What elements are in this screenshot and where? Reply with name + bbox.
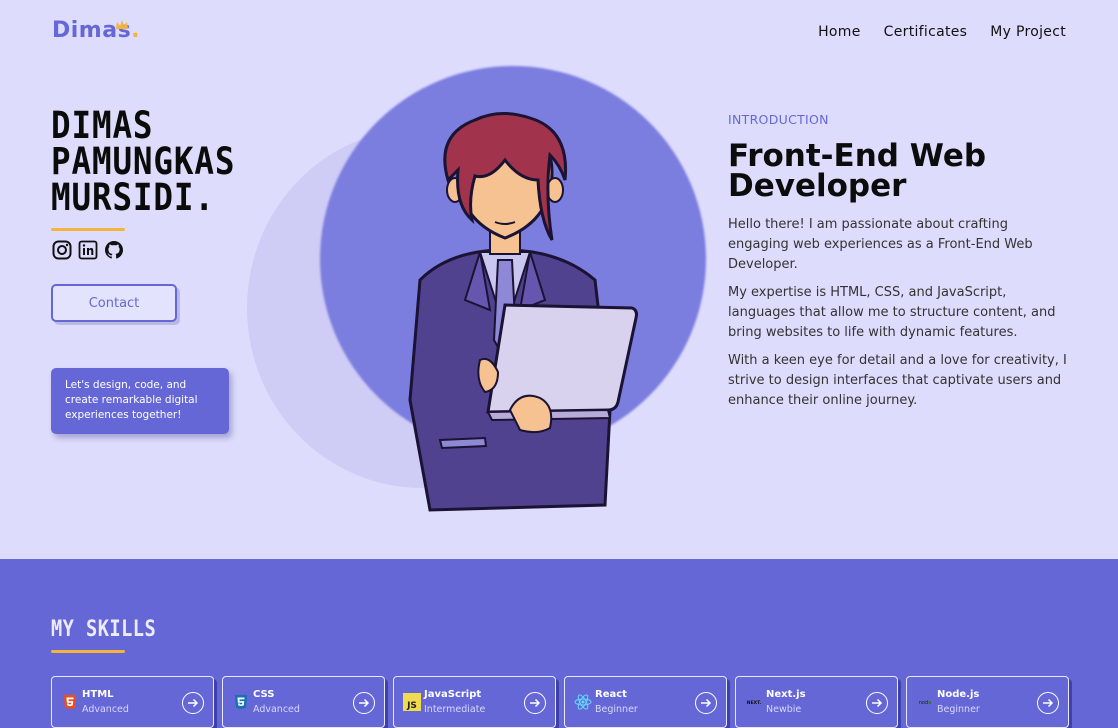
arrow-right-icon[interactable]: [695, 692, 717, 714]
intro-headline: Front-End Web Developer: [728, 138, 987, 204]
skill-card-javascript[interactable]: JS JavaScript Intermediate: [393, 676, 556, 728]
nav-link-home[interactable]: Home: [818, 24, 861, 40]
skill-name: Node.js: [937, 689, 980, 700]
skill-name: CSS: [253, 689, 275, 700]
linkedin-icon[interactable]: [78, 240, 98, 260]
skill-level: Newbie: [766, 704, 802, 715]
skill-name: HTML: [82, 689, 114, 700]
skill-level: Advanced: [82, 704, 129, 715]
skill-card-css[interactable]: CSS Advanced: [222, 676, 385, 728]
react-icon: [574, 693, 592, 711]
crown-icon: [116, 20, 128, 29]
logo-dot: .: [131, 18, 141, 43]
nextjs-icon: NEXT.: [745, 693, 763, 711]
skills-title: MY SKILLS: [51, 617, 157, 642]
github-icon[interactable]: [104, 240, 124, 260]
intro-paragraph-2: My expertise is HTML, CSS, and JavaScrip…: [728, 285, 1056, 340]
name-underline: [51, 228, 125, 231]
skill-name: JavaScript: [424, 689, 482, 700]
main-menu: Home Certificates My Project: [818, 24, 1066, 40]
css3-icon: [232, 693, 250, 711]
skill-card-react[interactable]: React Beginner: [564, 676, 727, 728]
nav-link-certificates[interactable]: Certificates: [884, 24, 968, 40]
skills-list: HTML Advanced CSS Advanced JS JavaScript…: [51, 676, 1069, 728]
nav-link-my-project[interactable]: My Project: [990, 24, 1066, 40]
arrow-right-icon[interactable]: [353, 692, 375, 714]
arrow-right-icon[interactable]: [182, 692, 204, 714]
hero-name-line-2: PAMUNGKAS: [51, 140, 236, 183]
javascript-icon: JS: [403, 693, 421, 711]
intro-paragraph-1: Hello there! I am passionate about craft…: [728, 217, 1033, 272]
skill-level: Advanced: [253, 704, 300, 715]
instagram-icon[interactable]: [52, 240, 72, 260]
hero-name-line-3: MURSIDI.: [51, 176, 215, 219]
skill-card-html[interactable]: HTML Advanced: [51, 676, 214, 728]
arrow-right-icon[interactable]: [1037, 692, 1059, 714]
skills-section: MY SKILLS HTML Advanced CSS Advanced JS …: [0, 559, 1118, 728]
svg-text:NEXT.: NEXT.: [747, 700, 762, 706]
html5-icon: [61, 693, 79, 711]
skill-card-nodejs[interactable]: node Node.js Beginner: [906, 676, 1069, 728]
skill-level: Beginner: [937, 704, 980, 715]
skill-name: Next.js: [766, 689, 806, 700]
skill-level: Intermediate: [424, 704, 486, 715]
social-links: [52, 240, 124, 260]
skill-name: React: [595, 689, 627, 700]
introduction-section: INTRODUCTION Front-End Web Developer Hel…: [728, 112, 1068, 411]
intro-paragraph-3: With a keen eye for detail and a love fo…: [728, 353, 1067, 408]
skill-level: Beginner: [595, 704, 638, 715]
hero-name-line-1: DIMAS: [51, 104, 154, 147]
contact-button[interactable]: Contact: [51, 284, 177, 322]
hero-name: DIMAS PAMUNGKAS MURSIDI.: [51, 104, 281, 219]
intro-eyebrow: INTRODUCTION: [728, 112, 829, 127]
arrow-right-icon[interactable]: [524, 692, 546, 714]
tagline-card: Let's design, code, and create remarkabl…: [51, 368, 229, 434]
svg-text:JS: JS: [406, 701, 417, 711]
top-navbar: Dimas. Home Certificates My Project: [0, 0, 1118, 66]
developer-avatar-illustration: [408, 112, 638, 512]
nodejs-icon: node: [916, 693, 934, 711]
skill-card-nextjs[interactable]: NEXT. Next.js Newbie: [735, 676, 898, 728]
skills-underline: [51, 650, 125, 653]
arrow-right-icon[interactable]: [866, 692, 888, 714]
